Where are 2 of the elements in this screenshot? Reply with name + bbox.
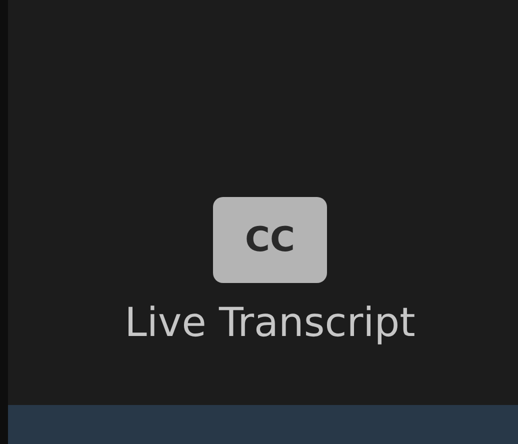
cc-button[interactable]: CC — [213, 197, 327, 283]
caption: Live Transcript — [124, 299, 416, 348]
